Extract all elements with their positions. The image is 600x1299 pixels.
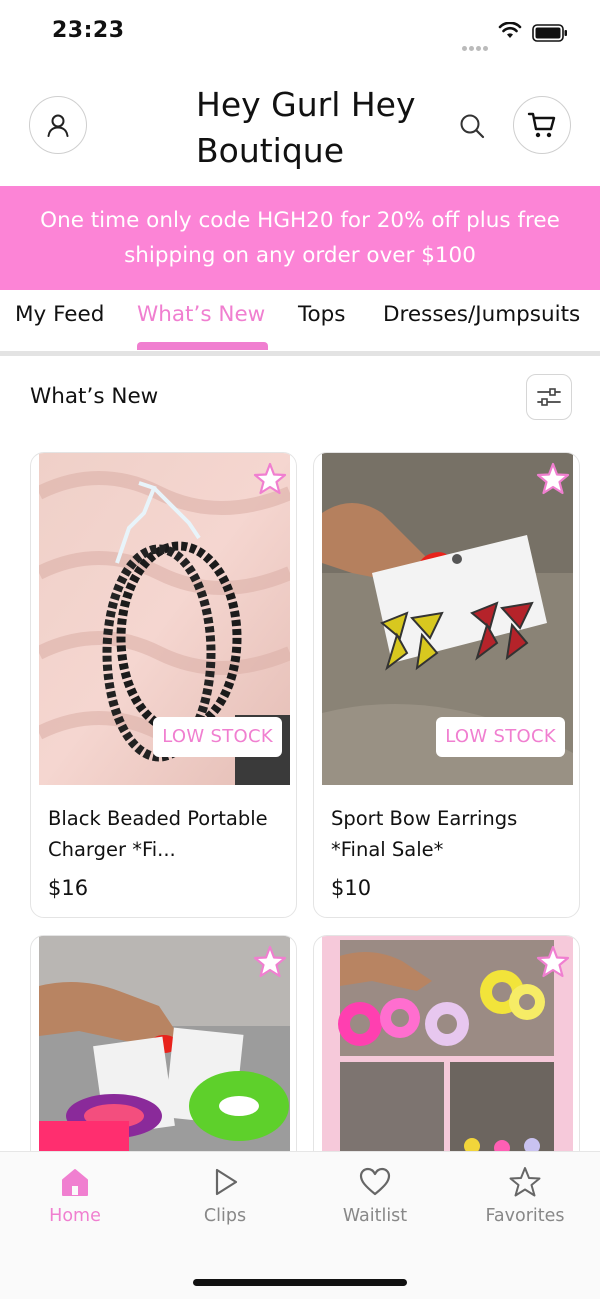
- account-button[interactable]: [29, 96, 87, 154]
- nav-waitlist-label: Waitlist: [342, 1206, 408, 1226]
- nav-clips[interactable]: Clips: [170, 1166, 280, 1226]
- battery-icon: [532, 24, 567, 42]
- favorite-star-icon[interactable]: [252, 944, 288, 980]
- category-tabs: My Feed What’s New Tops Dresses/Jumpsuit…: [0, 290, 600, 356]
- tab-dresses-jumpsuits[interactable]: Dresses/Jumpsuits: [383, 302, 580, 327]
- person-icon: [47, 114, 69, 137]
- home-icon: [62, 1169, 88, 1196]
- product-price: $10: [331, 876, 372, 900]
- product-card[interactable]: LOW STOCK Black Beaded Portable Charger …: [30, 452, 297, 918]
- status-time: 23:23: [52, 18, 125, 43]
- product-image[interactable]: LOW STOCK: [322, 453, 573, 785]
- nav-waitlist[interactable]: Waitlist: [320, 1166, 430, 1226]
- nav-home-label: Home: [49, 1206, 101, 1226]
- nav-favorites[interactable]: Favorites: [470, 1166, 580, 1226]
- low-stock-badge: LOW STOCK: [436, 717, 565, 757]
- bottom-nav: Home Clips Waitlist Favorites: [0, 1151, 600, 1299]
- nav-home[interactable]: Home: [20, 1166, 130, 1226]
- home-indicator: [193, 1279, 407, 1286]
- heart-icon: [359, 1167, 391, 1196]
- nav-clips-label: Clips: [203, 1206, 247, 1226]
- favorite-star-icon[interactable]: [535, 944, 571, 980]
- wifi-icon: [498, 22, 522, 38]
- favorite-star-icon[interactable]: [535, 461, 571, 497]
- active-tab-indicator: [137, 342, 268, 350]
- header: Hey Gurl Hey Boutique: [0, 64, 600, 186]
- section-title: What’s New: [30, 384, 159, 409]
- play-icon: [215, 1168, 238, 1196]
- product-card[interactable]: LOW STOCK Sport Bow Earrings *Final Sale…: [313, 452, 580, 918]
- low-stock-badge: LOW STOCK: [153, 717, 282, 757]
- signal-icon: [462, 36, 490, 51]
- page-title: Hey Gurl Hey Boutique: [196, 85, 416, 170]
- cart-icon: [527, 112, 556, 138]
- cart-button[interactable]: [513, 96, 571, 154]
- filter-button[interactable]: [526, 374, 572, 420]
- search-button[interactable]: [456, 110, 488, 142]
- tab-my-feed[interactable]: My Feed: [15, 302, 104, 327]
- tab-whats-new[interactable]: What’s New: [137, 302, 265, 327]
- promo-text: One time only code HGH20 for 20% off plu…: [40, 208, 560, 268]
- product-price: $16: [48, 876, 89, 900]
- product-image[interactable]: LOW STOCK: [39, 453, 290, 785]
- star-icon: [509, 1167, 541, 1197]
- sliders-icon: [537, 388, 561, 406]
- search-icon: [460, 114, 485, 139]
- favorite-star-icon[interactable]: [252, 461, 288, 497]
- nav-favorites-label: Favorites: [485, 1206, 565, 1226]
- promo-banner[interactable]: One time only code HGH20 for 20% off plu…: [0, 186, 600, 290]
- product-name[interactable]: Sport Bow Earrings *Final Sale*: [331, 803, 561, 865]
- product-name[interactable]: Black Beaded Portable Charger *Fi...: [48, 803, 278, 865]
- tab-tops[interactable]: Tops: [298, 302, 345, 327]
- status-bar: 23:23: [0, 0, 600, 64]
